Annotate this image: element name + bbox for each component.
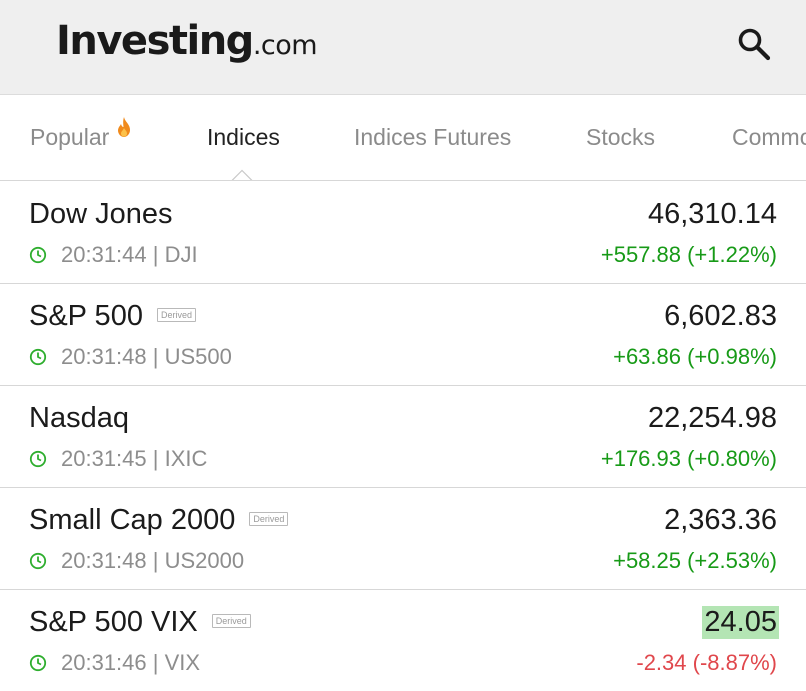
tab-indices[interactable]: Indices <box>207 124 280 151</box>
tab-label: Popular <box>30 124 110 150</box>
index-change: +58.25 (+2.53%) <box>613 548 777 573</box>
tab-label: Indices <box>207 124 280 150</box>
clock-icon <box>29 450 47 468</box>
index-price: 2,363.36 <box>664 504 777 536</box>
index-row-sp-500[interactable]: S&P 500 Derived 20:31:48 | US500 6,602.83… <box>0 284 806 386</box>
index-change: -2.34 (-8.87%) <box>636 650 777 675</box>
index-name: S&P 500 VIX Derived <box>29 606 251 639</box>
index-meta: 20:31:48 | US500 <box>29 344 232 370</box>
index-row-dow-jones[interactable]: Dow Jones 20:31:44 | DJI 46,310.14 +557.… <box>0 182 806 284</box>
logo-suffix-text: .com <box>252 30 318 61</box>
search-icon <box>738 28 771 61</box>
index-name-text: Nasdaq <box>29 402 129 434</box>
search-button[interactable] <box>736 26 772 62</box>
index-time-symbol: 20:31:44 | DJI <box>61 242 198 267</box>
investing-logo[interactable]: Investing.com <box>56 18 318 68</box>
fire-icon <box>118 117 130 137</box>
tab-label: Indices Futures <box>354 124 512 150</box>
index-change: +63.86 (+0.98%) <box>613 344 777 369</box>
index-row-nasdaq[interactable]: Nasdaq 20:31:45 | IXIC 22,254.98 +176.93… <box>0 386 806 488</box>
clock-icon <box>29 552 47 570</box>
index-name-text: Dow Jones <box>29 198 173 230</box>
index-meta: 20:31:44 | DJI <box>29 242 198 268</box>
index-row-small-cap-2000[interactable]: Small Cap 2000 Derived 20:31:48 | US2000 … <box>0 488 806 590</box>
active-tab-indicator <box>231 169 253 180</box>
index-name: Nasdaq <box>29 402 129 435</box>
app-header: Investing.com <box>0 0 806 95</box>
index-price: 6,602.83 <box>664 300 777 332</box>
tab-bar: Popular Indices Indices Futures Stocks C… <box>0 96 806 181</box>
tab-label: Commodities <box>732 124 806 150</box>
index-price-highlighted: 24.05 <box>702 606 779 639</box>
index-change: +176.93 (+0.80%) <box>600 446 777 471</box>
logo-main-text: Investing <box>56 18 254 64</box>
derived-badge: Derived <box>156 308 196 323</box>
clock-icon <box>29 246 47 264</box>
index-price: 46,310.14 <box>647 198 777 230</box>
index-time-symbol: 20:31:48 | US2000 <box>61 548 245 573</box>
index-price: 22,254.98 <box>647 402 777 434</box>
tab-stocks[interactable]: Stocks <box>586 124 655 151</box>
index-name-text: S&P 500 <box>29 300 143 332</box>
clock-icon <box>29 654 47 672</box>
index-meta: 20:31:48 | US2000 <box>29 548 244 574</box>
index-row-sp-500-vix[interactable]: S&P 500 VIX Derived 20:31:46 | VIX 24.05 … <box>0 590 806 691</box>
tab-label: Stocks <box>586 124 656 150</box>
index-meta: 20:31:45 | IXIC <box>29 446 207 472</box>
tab-commodities[interactable]: Commodities <box>732 124 806 151</box>
derived-badge: Derived <box>211 614 251 629</box>
tab-popular[interactable]: Popular <box>30 124 109 151</box>
tab-indices-futures[interactable]: Indices Futures <box>354 124 511 151</box>
index-name-text: Small Cap 2000 <box>29 504 236 536</box>
index-name: S&P 500 Derived <box>29 300 196 333</box>
index-name: Small Cap 2000 Derived <box>29 504 289 537</box>
index-change: +557.88 (+1.22%) <box>600 242 777 267</box>
index-time-symbol: 20:31:46 | VIX <box>61 650 201 675</box>
index-time-symbol: 20:31:48 | US500 <box>61 344 232 369</box>
clock-icon <box>29 348 47 366</box>
index-time-symbol: 20:31:45 | IXIC <box>61 446 208 471</box>
index-name-text: S&P 500 VIX <box>29 606 198 638</box>
index-name: Dow Jones <box>29 198 172 231</box>
index-meta: 20:31:46 | VIX <box>29 650 200 676</box>
derived-badge: Derived <box>249 512 289 527</box>
